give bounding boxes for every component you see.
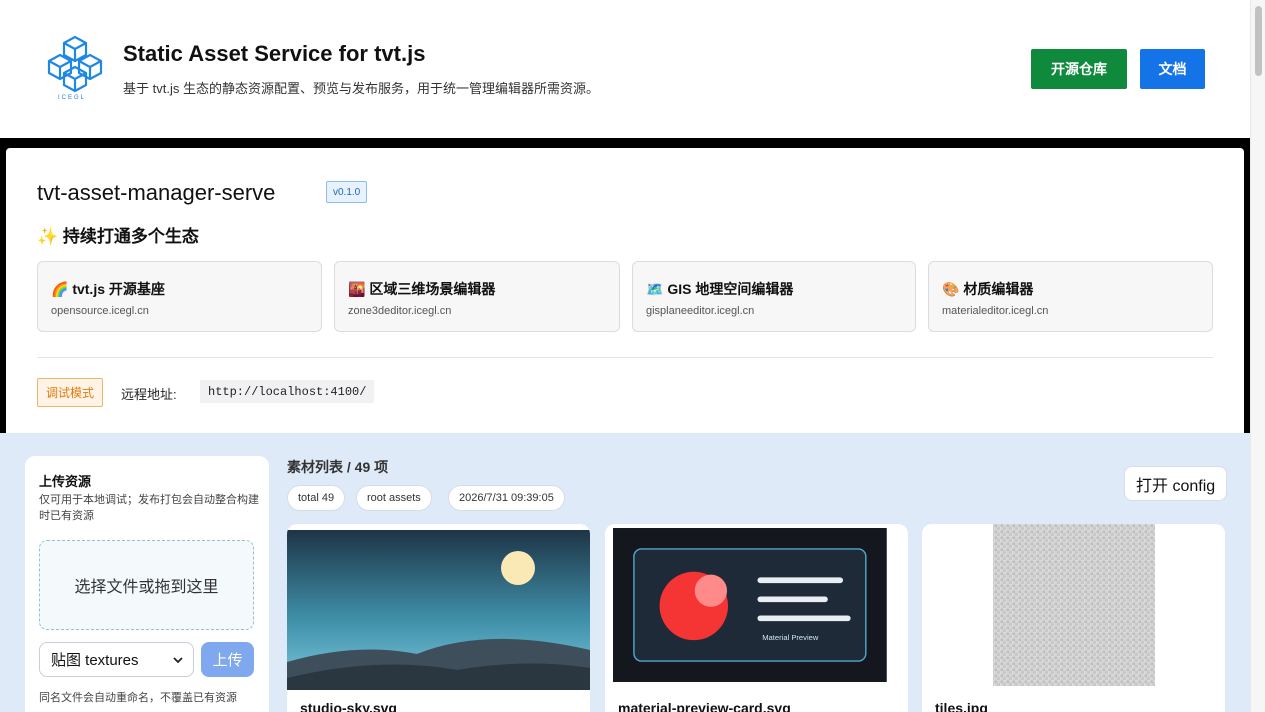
upload-panel: 上传资源 仅可用于本地调试；发布打包会自动整合构建时已有资源 选择文件或拖到这里…	[25, 456, 269, 712]
ecosystem-name: 🎨 材质编辑器	[942, 281, 1034, 297]
app-subtitle: 基于 tvt.js 生态的静态资源配置、预览与发布服务，用于统一管理编辑器所需资…	[123, 81, 599, 96]
chip-timestamp: 2026/7/31 09:39:05	[448, 485, 565, 511]
chip-total: total 49	[287, 485, 346, 511]
asset-file-name: studio-sky.svg	[300, 700, 397, 712]
select-value: 贴图 textures	[51, 652, 139, 669]
asset-file-name: tiles.jpg	[935, 700, 988, 712]
asset-card[interactable]: Material Preview material-preview-card.s…	[605, 524, 908, 712]
remote-address-value: http://localhost:4100/	[200, 380, 375, 403]
asset-thumbnail	[287, 530, 590, 690]
file-dropzone[interactable]: 选择文件或拖到这里	[39, 540, 254, 630]
asset-thumbnail: Material Preview	[613, 528, 887, 682]
open-config-button[interactable]: 打开 config	[1124, 466, 1228, 501]
asset-card[interactable]: tiles.jpg	[922, 524, 1225, 712]
asset-card[interactable]: studio-sky.svg	[287, 524, 590, 712]
ecosystem-name: 🌈 tvt.js 开源基座	[51, 281, 165, 297]
ecosystem-card-gis[interactable]: 🗺️ GIS 地理空间编辑器 gisplaneeditor.icegl.cn	[632, 261, 916, 332]
ecosystem-heading: ✨ 持续打通多个生态	[37, 227, 199, 246]
scrollbar-thumb[interactable]	[1255, 6, 1262, 76]
package-info-panel: tvt-asset-manager-serve v0.1.0 ✨ 持续打通多个生…	[6, 148, 1244, 438]
version-badge: v0.1.0	[326, 181, 368, 203]
asset-list-title: 素材列表 / 49 项	[287, 459, 389, 475]
chevron-down-icon	[173, 657, 183, 664]
material-preview-label: Material Preview	[762, 633, 819, 642]
ecosystem-card-opensource[interactable]: 🌈 tvt.js 开源基座 opensource.icegl.cn	[37, 261, 322, 332]
open-source-repo-button[interactable]: 开源仓库	[1031, 49, 1127, 89]
upload-description: 仅可用于本地调试；发布打包会自动整合构建时已有资源	[39, 494, 259, 522]
app-title: Static Asset Service for tvt.js	[123, 41, 426, 66]
ecosystem-host: zone3deditor.icegl.cn	[348, 305, 452, 317]
ecosystem-host: gisplaneeditor.icegl.cn	[646, 305, 755, 317]
ecosystem-name: 🌇 区域三维场景编辑器	[348, 281, 496, 297]
remote-address-label: 远程地址:	[121, 387, 177, 402]
asset-workarea: 上传资源 仅可用于本地调试；发布打包会自动整合构建时已有资源 选择文件或拖到这里…	[0, 433, 1250, 712]
ecosystem-card-zone3d[interactable]: 🌇 区域三维场景编辑器 zone3deditor.icegl.cn	[334, 261, 620, 332]
package-name: tvt-asset-manager-serve	[37, 180, 276, 205]
ecosystem-card-material[interactable]: 🎨 材质编辑器 materialeditor.icegl.cn	[928, 261, 1213, 332]
ecosystem-host: opensource.icegl.cn	[51, 305, 149, 317]
logo-caption: ICEGL	[58, 95, 87, 101]
upload-button[interactable]: 上传	[201, 642, 254, 677]
asset-file-name: material-preview-card.svg	[618, 700, 791, 712]
asset-thumbnail	[922, 524, 1225, 686]
upload-title: 上传资源	[39, 474, 92, 489]
asset-category-select[interactable]: 贴图 textures	[39, 642, 194, 677]
debug-mode-badge: 调试模式	[37, 378, 104, 407]
page-scrollbar[interactable]	[1250, 0, 1265, 712]
ecosystem-host: materialeditor.icegl.cn	[942, 305, 1049, 317]
upload-note: 同名文件会自动重命名，不覆盖已有资源	[39, 692, 237, 704]
ecosystem-name: 🗺️ GIS 地理空间编辑器	[646, 281, 794, 297]
top-header: ICEGL Static Asset Service for tvt.js 基于…	[0, 0, 1250, 138]
divider	[37, 357, 1213, 358]
docs-button[interactable]: 文档	[1140, 49, 1205, 89]
chip-root-assets: root assets	[356, 485, 432, 511]
